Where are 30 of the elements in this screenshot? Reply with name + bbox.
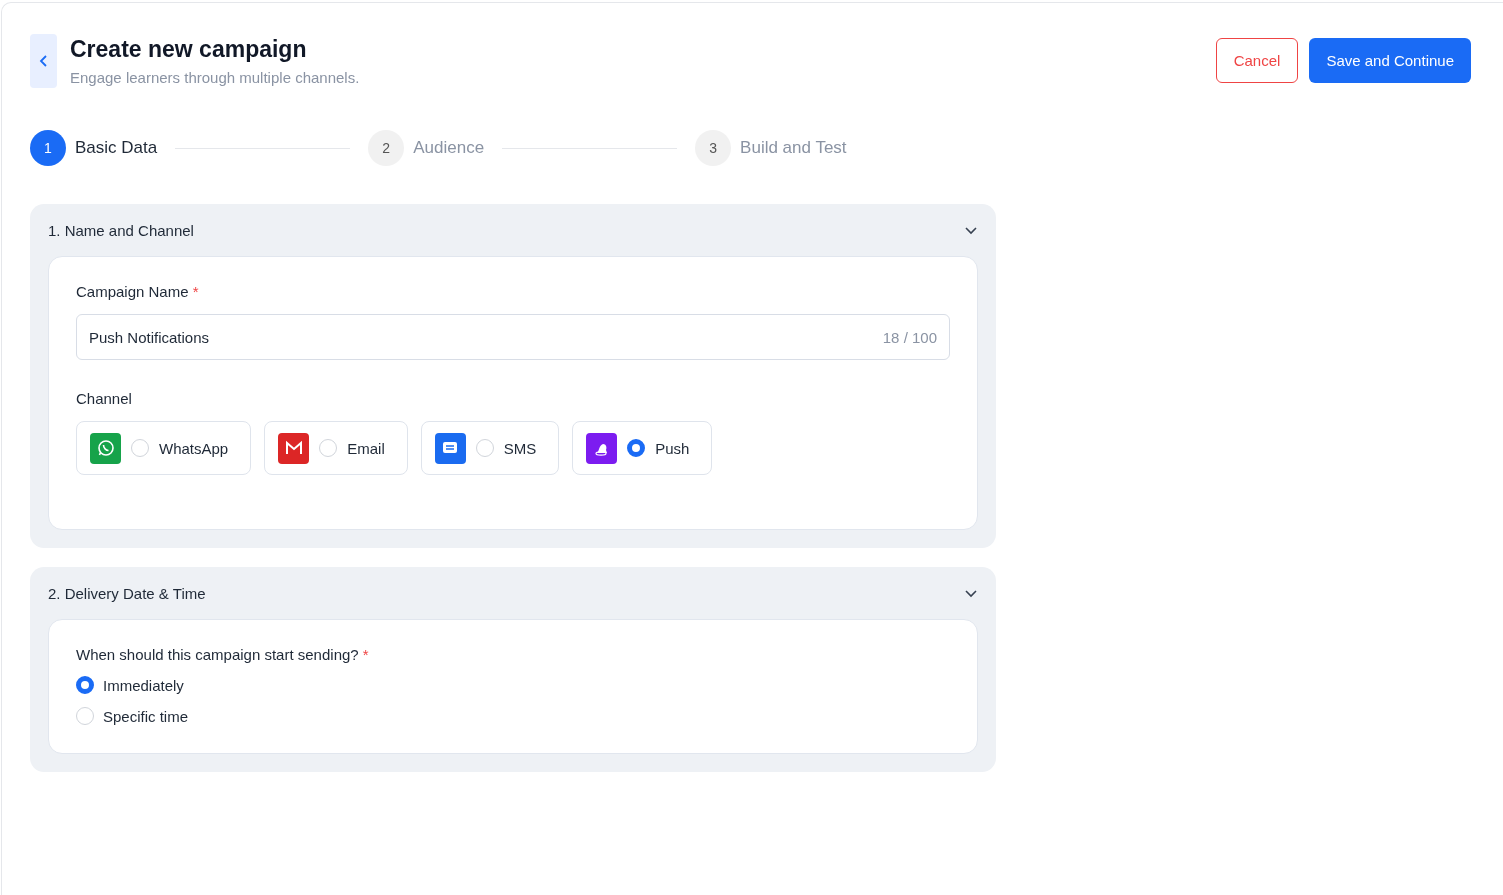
step-label: Build and Test — [740, 138, 847, 158]
option-label[interactable]: Specific time — [103, 707, 189, 725]
step-tab[interactable]: 3 Build and Test — [695, 130, 847, 166]
section-title[interactable]: 1. Name and Channel — [48, 221, 194, 239]
section-title[interactable]: 2. Delivery Date & Time — [48, 584, 206, 602]
save-button[interactable]: Save and Continue — [1309, 38, 1471, 83]
channel-option[interactable]: WhatsApp — [76, 421, 252, 475]
channel-option[interactable]: Email — [264, 421, 408, 475]
channel-option[interactable]: Push — [572, 421, 713, 475]
chevron-left-icon — [38, 54, 49, 68]
step-number: 2 — [368, 130, 405, 166]
field-label: When should this campaign start sending? * — [76, 646, 370, 663]
character-count: 18 / 100 — [882, 328, 937, 346]
page-title: Create new campaign — [70, 36, 308, 63]
field-label: Campaign Name * — [76, 283, 200, 300]
page-subtitle: Engage learners through multiple channels. — [70, 69, 361, 86]
field-label: Channel — [76, 390, 133, 407]
step-label: Audience — [413, 138, 485, 158]
step-number: 3 — [695, 130, 732, 166]
radio-button[interactable] — [76, 676, 94, 694]
option-label[interactable]: Immediately — [103, 676, 184, 694]
step-tab[interactable]: 2 Audience — [368, 130, 485, 166]
campaign-name-input[interactable]: Push Notifications 18 / 100 — [76, 314, 950, 360]
back-button[interactable] — [30, 34, 57, 88]
step-number: 1 — [30, 130, 66, 166]
step-tab[interactable]: 1 Basic Data — [30, 130, 158, 166]
step-label: Basic Data — [75, 138, 158, 158]
cancel-button[interactable]: Cancel — [1215, 38, 1299, 83]
radio-button[interactable] — [627, 439, 646, 457]
channel-option[interactable]: SMS — [420, 421, 560, 475]
